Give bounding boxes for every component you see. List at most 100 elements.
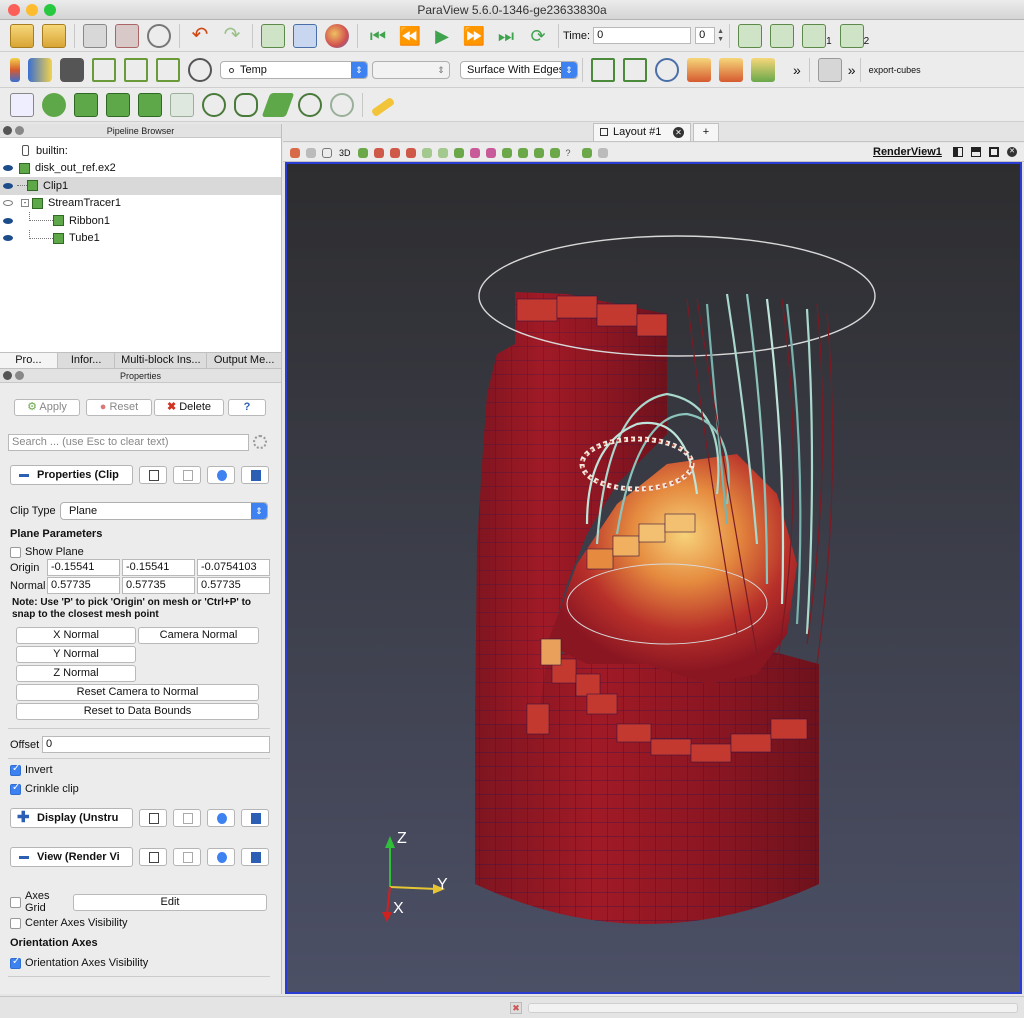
view-plus-x-icon[interactable] bbox=[687, 57, 711, 82]
properties-search-input[interactable]: Search ... (use Esc to clear text) bbox=[8, 434, 249, 451]
pipeline-item-tube1[interactable]: Tube1 bbox=[0, 229, 281, 248]
time-input[interactable]: 0 bbox=[593, 27, 692, 44]
split-horizontal-icon[interactable] bbox=[953, 147, 963, 157]
color-palette-icon[interactable] bbox=[325, 23, 349, 48]
float-panel-icon[interactable] bbox=[15, 126, 24, 135]
extract-subset-icon[interactable] bbox=[170, 92, 194, 117]
next-frame-icon[interactable]: ⏩ bbox=[462, 24, 486, 48]
connect-icon[interactable] bbox=[83, 23, 107, 48]
x-normal-button[interactable]: X Normal bbox=[16, 627, 136, 644]
eye-visible-icon[interactable] bbox=[3, 165, 13, 172]
find-data-icon[interactable]: ? bbox=[566, 148, 576, 158]
tab-information[interactable]: Infor... bbox=[58, 353, 116, 368]
clear-selection-icon[interactable] bbox=[597, 147, 608, 158]
save-default-button[interactable] bbox=[241, 848, 269, 866]
help-button[interactable]: ? bbox=[228, 399, 266, 416]
select-polygon-points-icon[interactable] bbox=[437, 147, 448, 158]
reset-camera-to-normal-button[interactable]: Reset Camera to Normal bbox=[16, 684, 259, 701]
save-default-button[interactable] bbox=[241, 809, 269, 827]
play-icon[interactable]: ▶ bbox=[430, 24, 454, 48]
eye-visible-icon[interactable] bbox=[3, 182, 13, 189]
minimize-window-icon[interactable] bbox=[26, 4, 38, 16]
toggle-3d-label[interactable]: 3D bbox=[339, 148, 351, 158]
select-points-through-icon[interactable] bbox=[405, 147, 416, 158]
capture-screenshot-icon[interactable] bbox=[290, 147, 300, 158]
pipeline-item-ribbon1[interactable]: Ribbon1 bbox=[0, 212, 281, 230]
axes-grid-checkbox[interactable] bbox=[10, 896, 21, 908]
disconnect-icon[interactable] bbox=[115, 23, 139, 48]
maximize-view-icon[interactable] bbox=[989, 147, 999, 157]
copy-button[interactable] bbox=[139, 466, 167, 484]
copy-button[interactable] bbox=[139, 848, 167, 866]
pipeline-item-clip1[interactable]: Clip1 bbox=[0, 177, 281, 195]
grow-selection-icon[interactable] bbox=[533, 147, 544, 158]
timestep-stepper[interactable]: ▲ ▼ bbox=[717, 28, 725, 44]
camera-preset-2-icon[interactable] bbox=[839, 23, 864, 48]
previous-frame-icon[interactable]: ⏪ bbox=[398, 24, 422, 48]
show-plane-checkbox[interactable] bbox=[10, 546, 21, 558]
rescale-custom-icon[interactable] bbox=[92, 57, 116, 82]
rescale-custom-temporal-icon[interactable] bbox=[124, 57, 148, 82]
clip-type-select[interactable]: Plane ⇕ bbox=[60, 502, 268, 520]
color-legend-icon[interactable] bbox=[10, 57, 20, 82]
orientation-axes-checkbox[interactable] bbox=[10, 956, 21, 969]
crinkle-clip-checkbox[interactable] bbox=[10, 782, 21, 795]
glyph-icon[interactable] bbox=[202, 92, 226, 117]
render-view-label[interactable]: RenderView1 bbox=[873, 146, 942, 158]
camera-preset-1-icon[interactable] bbox=[802, 23, 827, 48]
close-view-icon[interactable]: ✕ bbox=[1007, 147, 1017, 157]
copy-button[interactable] bbox=[139, 809, 167, 827]
reset-camera-icon[interactable] bbox=[261, 23, 285, 48]
overflow-chevron-2[interactable]: » bbox=[848, 62, 856, 78]
float-panel-icon[interactable] bbox=[15, 371, 24, 380]
collapse-toggle-icon[interactable]: - bbox=[21, 199, 29, 208]
camera-add-icon[interactable] bbox=[770, 23, 795, 48]
undo-icon[interactable]: ↶ bbox=[188, 24, 212, 48]
hover-cells-icon[interactable] bbox=[501, 147, 512, 158]
shrink-selection-icon[interactable] bbox=[549, 147, 560, 158]
pipeline-item-builtin[interactable]: builtin: bbox=[0, 142, 281, 160]
select-points-on-icon[interactable] bbox=[373, 147, 384, 158]
pipeline-item-streamtracer1[interactable]: - StreamTracer1 bbox=[0, 195, 281, 213]
view-minus-x-icon[interactable] bbox=[719, 57, 743, 82]
restore-default-button[interactable] bbox=[207, 809, 235, 827]
close-panel-icon[interactable] bbox=[3, 371, 12, 380]
contour-icon[interactable] bbox=[42, 92, 66, 117]
eye-visible-icon[interactable] bbox=[3, 217, 13, 224]
ruler-icon[interactable] bbox=[370, 96, 396, 117]
render-view[interactable]: Z Y X bbox=[285, 162, 1022, 994]
view-plus-y-icon[interactable] bbox=[751, 57, 775, 82]
interactive-select-points-icon[interactable] bbox=[485, 147, 496, 158]
loop-icon[interactable]: ⟳ bbox=[526, 24, 550, 48]
status-stop-icon[interactable]: ✖ bbox=[510, 1002, 522, 1014]
rescale-visible-icon[interactable] bbox=[156, 57, 180, 82]
normal-y-field[interactable]: 0.57735 bbox=[122, 577, 195, 594]
reset-button[interactable]: ● Reset bbox=[86, 399, 152, 416]
normal-x-field[interactable]: 0.57735 bbox=[47, 577, 120, 594]
split-vertical-icon[interactable] bbox=[971, 147, 981, 157]
eye-hidden-icon[interactable] bbox=[3, 200, 13, 207]
view-section-toggle[interactable]: View (Render Vi bbox=[10, 847, 133, 867]
zoom-window-icon[interactable] bbox=[44, 4, 56, 16]
add-layout-tab[interactable]: + bbox=[693, 123, 719, 141]
properties-section-toggle[interactable]: Properties (Clip bbox=[10, 465, 133, 485]
interactive-select-cells-icon[interactable] bbox=[469, 147, 480, 158]
macro-export-cubes[interactable]: export-cubes bbox=[869, 65, 921, 75]
reset-camera-all-icon[interactable] bbox=[591, 57, 615, 82]
camera-link-icon[interactable] bbox=[738, 23, 763, 48]
interaction-mode-icon[interactable] bbox=[817, 57, 842, 82]
paste-button[interactable] bbox=[173, 466, 201, 484]
origin-z-field[interactable]: -0.0754103 bbox=[197, 559, 270, 576]
camera-undo-icon[interactable] bbox=[306, 147, 316, 158]
offset-input[interactable]: 0 bbox=[42, 736, 270, 753]
select-cells-on-icon[interactable] bbox=[357, 147, 368, 158]
origin-y-field[interactable]: -0.15541 bbox=[122, 559, 195, 576]
center-axes-checkbox[interactable] bbox=[10, 917, 21, 929]
rescale-range-icon[interactable] bbox=[60, 57, 84, 82]
close-tab-icon[interactable]: ✕ bbox=[673, 127, 684, 138]
select-polygon-cells-icon[interactable] bbox=[421, 147, 432, 158]
tab-layout-1[interactable]: Layout #1 ✕ bbox=[593, 123, 691, 141]
close-window-icon[interactable] bbox=[8, 4, 20, 16]
hover-points-icon[interactable] bbox=[517, 147, 528, 158]
edit-color-map-icon[interactable] bbox=[28, 57, 52, 82]
